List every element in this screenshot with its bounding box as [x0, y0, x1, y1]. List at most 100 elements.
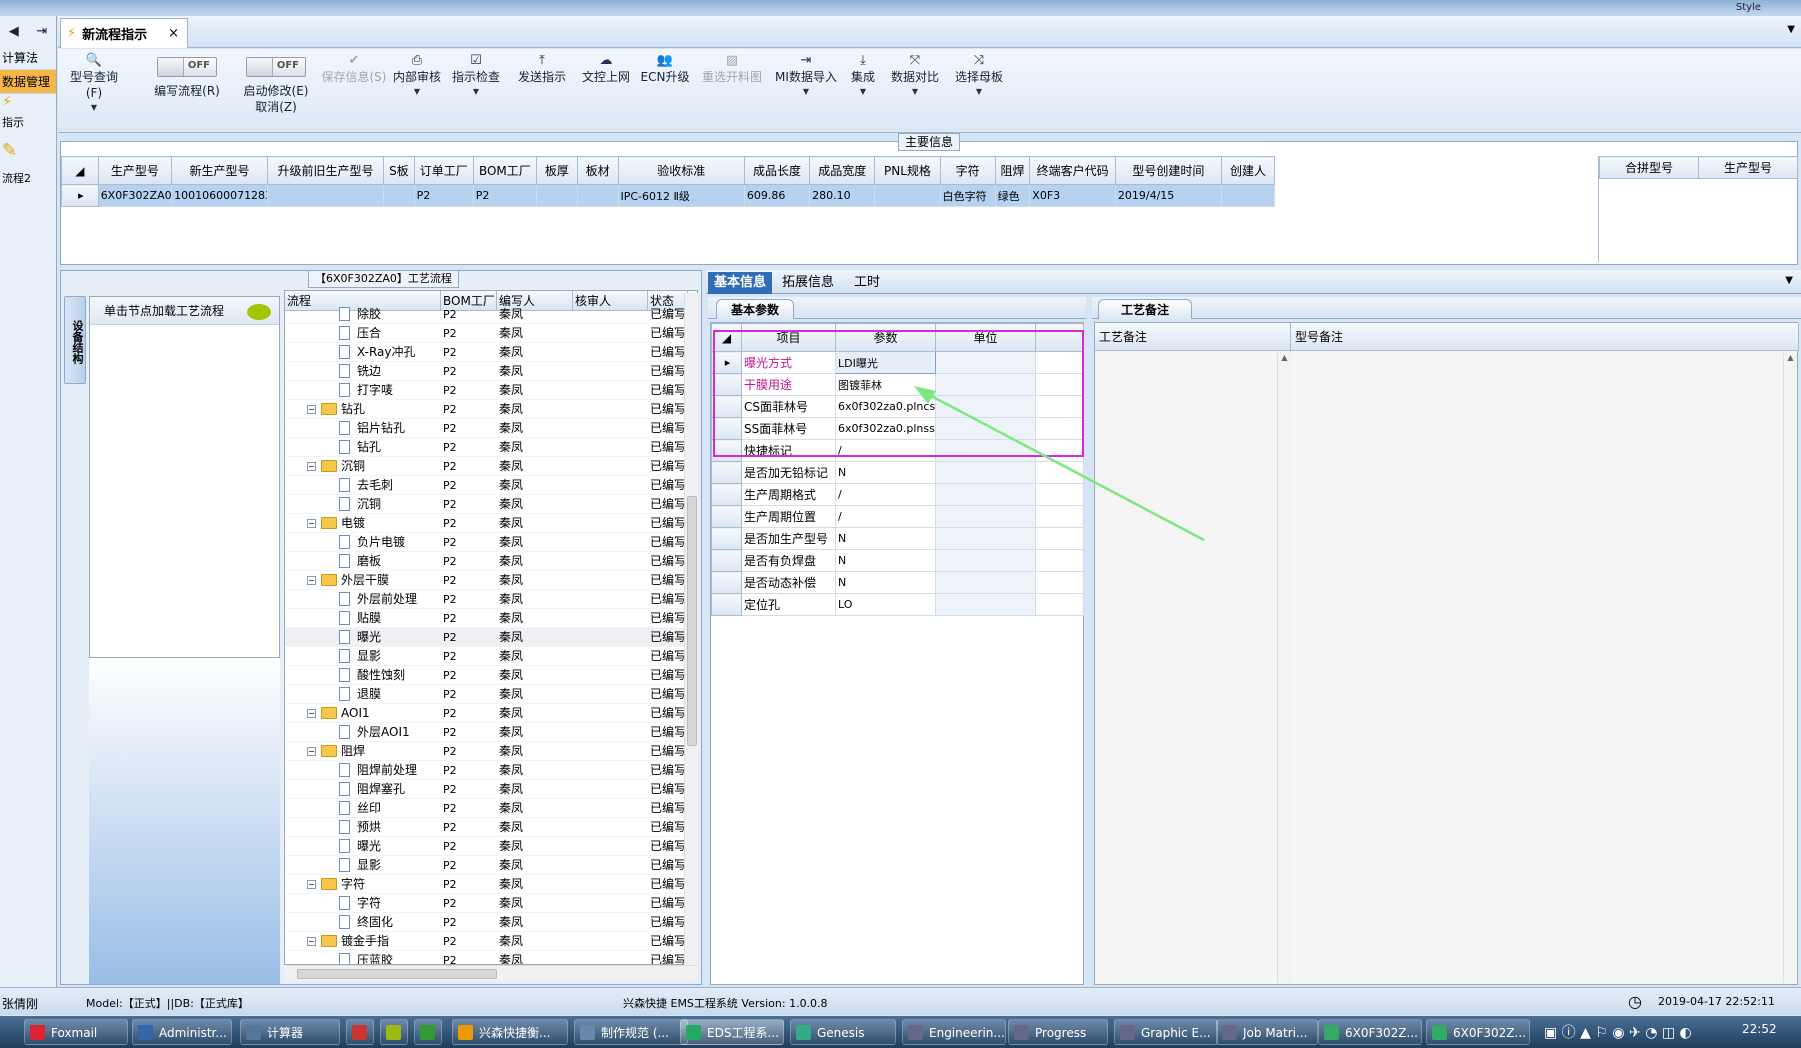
- taskbar-item[interactable]: 计算器: [240, 1019, 340, 1045]
- taskbar-item[interactable]: Progress: [1008, 1019, 1108, 1045]
- off-switch[interactable]: OFF: [246, 57, 306, 77]
- collapse-icon[interactable]: −: [307, 462, 316, 471]
- tree-row[interactable]: − 钻孔 P2 秦凤 已编写: [285, 400, 697, 419]
- column-header[interactable]: BOM工厂: [472, 156, 537, 185]
- scrollbar[interactable]: ▲: [1783, 353, 1797, 983]
- tree-row[interactable]: − 字符 P2 秦凤 已编写: [285, 875, 697, 894]
- param-unit[interactable]: [935, 571, 1036, 594]
- data-compare-button[interactable]: ⤧ 数据对比 ▼: [888, 49, 942, 133]
- tree-row[interactable]: 曝光 P2 秦凤 已编写: [285, 837, 697, 856]
- column-header[interactable]: 新生产型号: [171, 156, 268, 185]
- tree-row[interactable]: 显影 P2 秦凤 已编写: [285, 856, 697, 875]
- tree-row[interactable]: 外层AOI1 P2 秦凤 已编写: [285, 723, 697, 742]
- tree-row[interactable]: 字符 P2 秦凤 已编写: [285, 894, 697, 913]
- column-header[interactable]: 验收标准: [617, 156, 745, 185]
- taskbar-item[interactable]: Genesis: [790, 1019, 896, 1045]
- param-item[interactable]: 是否动态补偿: [741, 571, 836, 594]
- column-header[interactable]: 生产型号: [97, 156, 173, 185]
- taskbar-item[interactable]: 兴森快捷衡...: [452, 1019, 568, 1045]
- tree-row[interactable]: 贴膜 P2 秦凤 已编写: [285, 609, 697, 628]
- param-item[interactable]: 定位孔: [741, 593, 836, 616]
- tree-row[interactable]: 终固化 P2 秦凤 已编写: [285, 913, 697, 932]
- taskbar-item[interactable]: 6X0F302Z...: [1318, 1019, 1422, 1045]
- column-header[interactable]: 成品宽度: [809, 156, 876, 185]
- tree-row[interactable]: 负片电镀 P2 秦凤 已编写: [285, 533, 697, 552]
- tree-row[interactable]: 曝光 P2 秦凤 已编写: [285, 628, 697, 647]
- ecn-upgrade-button[interactable]: 👥 ECN升级: [640, 49, 690, 133]
- tree-row[interactable]: 阻焊塞孔 P2 秦凤 已编写: [285, 780, 697, 799]
- mi-import-button[interactable]: ⇥ MI数据导入 ▼: [774, 49, 838, 133]
- table-row[interactable]: 定位孔 LO: [711, 593, 1084, 616]
- doc-upload-button[interactable]: ☁ 文控上网: [580, 49, 632, 133]
- column-header[interactable]: 工艺备注: [1095, 323, 1291, 351]
- taskbar-item[interactable]: [346, 1019, 374, 1045]
- nav-item-calc[interactable]: 计算法: [0, 46, 56, 70]
- table-row[interactable]: ▸ 6X0F302ZA0 10010600071283 P2 P2 IPC-60…: [61, 184, 1276, 207]
- taskbar-item[interactable]: 制作规范 (...: [574, 1019, 688, 1045]
- collapse-icon[interactable]: −: [307, 405, 316, 414]
- instruction-check-button[interactable]: ☑ 指示检查 ▼: [450, 49, 502, 133]
- column-header[interactable]: 阻焊: [994, 156, 1031, 185]
- select-mother-board-button[interactable]: ⤨ 选择母板 ▼: [952, 49, 1006, 133]
- param-value[interactable]: N: [835, 571, 936, 594]
- tree-row[interactable]: 外层前处理 P2 秦凤 已编写: [285, 590, 697, 609]
- tree-row[interactable]: 钻孔 P2 秦凤 已编写: [285, 438, 697, 457]
- taskbar-item[interactable]: 6X0F302Z...: [1426, 1019, 1530, 1045]
- collapse-icon[interactable]: −: [307, 709, 316, 718]
- model-search-button[interactable]: 🔍 型号查询(F) ▼: [62, 49, 126, 133]
- tree-row[interactable]: − 沉铜 P2 秦凤 已编写: [285, 457, 697, 476]
- tab-work-hours[interactable]: 工时: [848, 272, 886, 294]
- tree-row[interactable]: 显影 P2 秦凤 已编写: [285, 647, 697, 666]
- tree-row[interactable]: 铝片钻孔 P2 秦凤 已编写: [285, 419, 697, 438]
- tree-row[interactable]: 除胶 P2 秦凤 已编写: [285, 305, 697, 324]
- process-notes-tab[interactable]: 工艺备注: [1098, 299, 1193, 319]
- tree-row[interactable]: 酸性蚀刻 P2 秦凤 已编写: [285, 666, 697, 685]
- taskbar-item[interactable]: Job Matri...: [1216, 1019, 1318, 1045]
- nav-item-flow2[interactable]: 流程2: [0, 170, 56, 186]
- tab-basic-info[interactable]: 基本信息: [708, 272, 773, 294]
- tree-vertical-scrollbar[interactable]: [684, 293, 698, 966]
- column-header[interactable]: 板材: [576, 156, 619, 185]
- tree-row[interactable]: 压合 P2 秦凤 已编写: [285, 324, 697, 343]
- off-switch[interactable]: OFF: [157, 57, 217, 77]
- taskbar-item[interactable]: [380, 1019, 408, 1045]
- nav-item-data-management[interactable]: 数据管理: [0, 70, 56, 94]
- tree-row[interactable]: − 电镀 P2 秦凤 已编写: [285, 514, 697, 533]
- device-structure-tab[interactable]: 设备结构: [64, 296, 86, 384]
- chevron-down-icon[interactable]: ▼: [1787, 24, 1795, 35]
- tree-row[interactable]: 磨板 P2 秦凤 已编写: [285, 552, 697, 571]
- param-item[interactable]: 生产周期位置: [741, 505, 836, 528]
- tree-row[interactable]: − 镀金手指 P2 秦凤 已编写: [285, 932, 697, 951]
- nav-item-instruct[interactable]: 指示: [0, 114, 56, 130]
- collapse-icon[interactable]: −: [307, 576, 316, 585]
- style-menu[interactable]: Style: [1736, 2, 1761, 13]
- column-header[interactable]: 创建人: [1220, 156, 1276, 185]
- param-unit[interactable]: [935, 549, 1036, 572]
- tab-extended-info[interactable]: 拓展信息: [776, 272, 840, 294]
- tree-row[interactable]: X-Ray冲孔 P2 秦凤 已编写: [285, 343, 697, 362]
- param-item[interactable]: 生产周期格式: [741, 483, 836, 506]
- column-header[interactable]: 升级前旧生产型号: [266, 156, 385, 185]
- collapse-icon[interactable]: −: [307, 880, 316, 889]
- param-unit[interactable]: [935, 593, 1036, 616]
- close-icon[interactable]: ×: [168, 26, 179, 41]
- chevron-down-icon[interactable]: ▼: [1785, 275, 1793, 286]
- tree-row[interactable]: 铣边 P2 秦凤 已编写: [285, 362, 697, 381]
- tab-new-flow-instruction[interactable]: ⚡ 新流程指示 ×: [60, 18, 188, 48]
- param-value[interactable]: N: [835, 549, 936, 572]
- scrollbar[interactable]: ▲: [1277, 353, 1291, 983]
- param-item[interactable]: 是否加生产型号: [741, 527, 836, 550]
- tree-row[interactable]: 预烘 P2 秦凤 已编写: [285, 818, 697, 837]
- param-value[interactable]: LO: [835, 593, 936, 616]
- column-header[interactable]: PNL规格: [874, 156, 941, 185]
- tree-row[interactable]: 阻焊前处理 P2 秦凤 已编写: [285, 761, 697, 780]
- taskbar-item[interactable]: Foxmail: [24, 1019, 128, 1045]
- tree-row[interactable]: 去毛刺 P2 秦凤 已编写: [285, 476, 697, 495]
- column-header[interactable]: 终端客户代码: [1029, 156, 1116, 185]
- column-header[interactable]: 生产型号: [1698, 156, 1798, 179]
- collapse-icon[interactable]: −: [307, 937, 316, 946]
- tree-row[interactable]: 打字唛 P2 秦凤 已编写: [285, 381, 697, 400]
- tree-horizontal-scrollbar[interactable]: [285, 965, 698, 981]
- tree-row[interactable]: 退膜 P2 秦凤 已编写: [285, 685, 697, 704]
- exit-icon[interactable]: ⇥: [36, 24, 47, 39]
